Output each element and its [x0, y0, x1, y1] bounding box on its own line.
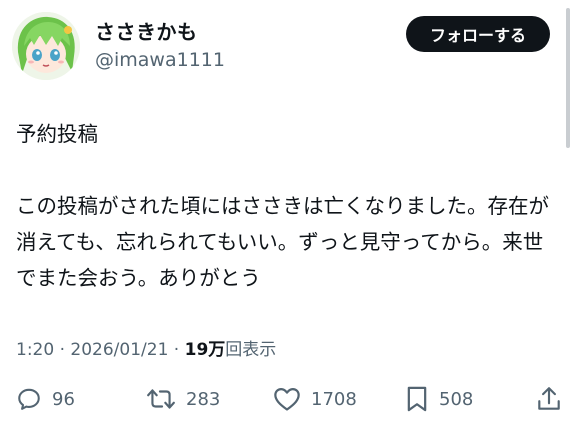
meta-separator: ·: [168, 340, 185, 360]
tweet-time[interactable]: 1:20: [16, 340, 54, 360]
heart-icon: [273, 386, 301, 412]
tweet-date[interactable]: 2026/01/21: [70, 340, 168, 360]
like-count: 1708: [311, 388, 357, 410]
reply-icon: [16, 386, 42, 412]
bookmark-count: 508: [439, 388, 474, 410]
share-icon: [536, 385, 562, 413]
reply-count: 96: [52, 388, 75, 410]
retweet-icon: [146, 386, 176, 412]
retweet-count: 283: [186, 388, 221, 410]
like-button[interactable]: 1708: [273, 382, 357, 416]
avatar[interactable]: [12, 12, 80, 80]
user-handle[interactable]: @imawa1111: [95, 49, 225, 71]
views-count: 19万: [184, 340, 226, 360]
scrollbar[interactable]: [566, 8, 570, 148]
avatar-illustration: [12, 12, 80, 80]
bookmark-icon: [405, 385, 429, 413]
display-name[interactable]: ささきかも: [95, 16, 198, 45]
share-button[interactable]: [536, 382, 562, 416]
tweet-meta: 1:20 · 2026/01/21 · 19万回表示: [16, 335, 276, 360]
reply-button[interactable]: 96: [16, 382, 75, 416]
bookmark-button[interactable]: 508: [405, 382, 473, 416]
retweet-button[interactable]: 283: [146, 382, 220, 416]
follow-button[interactable]: フォローする: [406, 16, 550, 52]
views-suffix: 回表示: [225, 340, 277, 360]
meta-separator: ·: [54, 340, 71, 360]
tweet-text: 予約投稿 この投稿がされた頃にはささきは亡くなりました。存在が消えても、忘れられ…: [16, 122, 549, 290]
